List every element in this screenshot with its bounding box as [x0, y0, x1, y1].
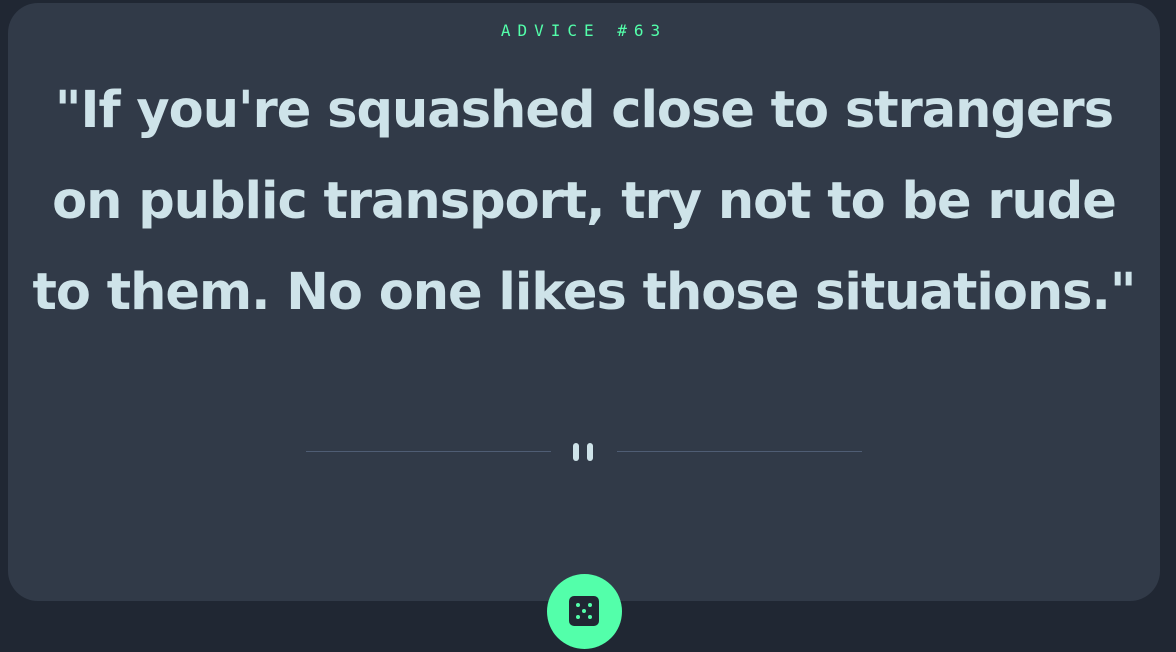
pause-bar-right: [587, 443, 593, 461]
pattern-divider: [306, 441, 862, 465]
page: ADVICE #63 "If you're squashed close to …: [0, 0, 1176, 652]
dice-icon: [569, 596, 599, 626]
dice-pip: [576, 615, 580, 619]
advice-quote: "If you're squashed close to strangers o…: [32, 81, 1137, 322]
advice-card: ADVICE #63 "If you're squashed close to …: [8, 3, 1160, 601]
pause-bar-left: [573, 443, 579, 461]
new-advice-button[interactable]: [547, 574, 622, 649]
dice-pip: [582, 609, 586, 613]
divider-line-left: [306, 451, 551, 452]
dice-pip: [588, 615, 592, 619]
divider-line-right: [617, 451, 862, 452]
dice-pip: [576, 603, 580, 607]
dice-pip: [588, 603, 592, 607]
advice-id: ADVICE #63: [500, 21, 668, 40]
pause-icon: [571, 443, 597, 463]
